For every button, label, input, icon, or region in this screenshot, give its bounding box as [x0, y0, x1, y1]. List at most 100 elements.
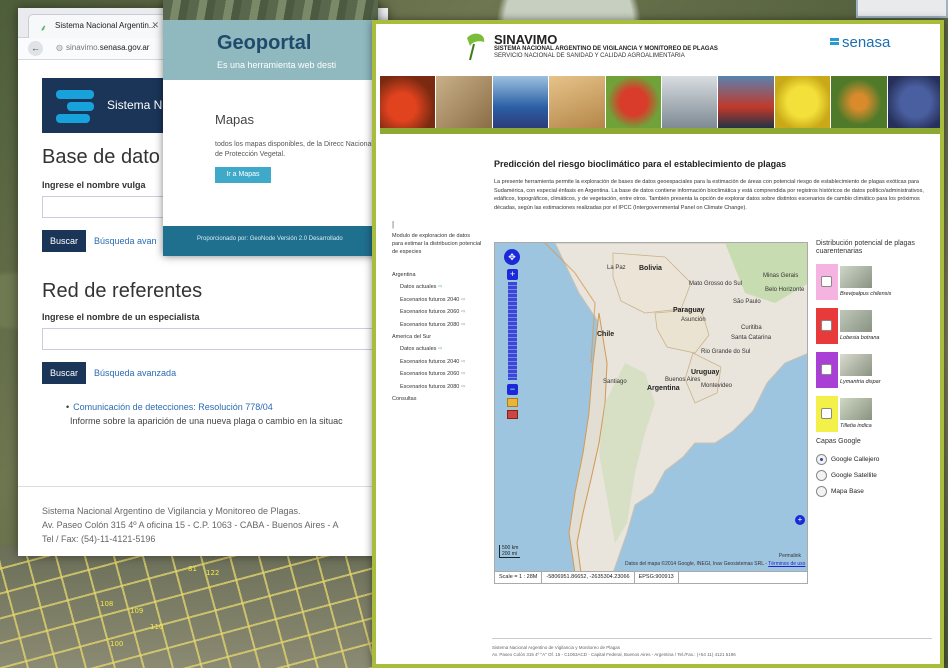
go-to-maps-button[interactable]: Ir a Mapas — [215, 167, 271, 183]
arrow-right-icon: ⇨ — [460, 358, 466, 365]
radio-button[interactable] — [816, 486, 827, 497]
map-expand-icon[interactable]: + — [795, 515, 805, 525]
menu-section[interactable]: America del Sur — [392, 334, 431, 340]
menu-link[interactable]: Escenarios futuros 2060 ⇨ — [400, 371, 465, 377]
legend-swatch — [816, 308, 838, 344]
sinavimo-logo-icon — [56, 90, 94, 123]
section-title-database: Base de dato — [42, 146, 160, 168]
specialist-name-input[interactable] — [42, 328, 382, 350]
menu-link[interactable]: Escenarios futuros 2080 ⇨ — [400, 322, 465, 328]
photo-apples — [605, 76, 663, 128]
arrow-right-icon: ⇨ — [460, 371, 466, 378]
legend-item: Tilletia indica — [816, 396, 940, 432]
zoom-out-button[interactable]: − — [507, 384, 518, 395]
page-title: Predicción del riesgo bioclimático para … — [494, 159, 787, 169]
globe-icon: ◍ — [56, 43, 63, 52]
brand-subtitle: SISTEMA NACIONAL ARGENTINO DE VIGILANCIA… — [494, 46, 718, 52]
maps-section-text: todos los mapas disponibles, de la Direc… — [215, 141, 373, 158]
legend-swatch — [816, 264, 838, 300]
pegman-icon[interactable] — [507, 398, 518, 407]
sinavimo-leaf-icon — [467, 33, 485, 61]
photo-grain — [549, 76, 606, 128]
menu-link[interactable]: Escenarios futuros 2040 ⇨ — [400, 359, 465, 365]
page-description: La presente herramienta permite la explo… — [494, 179, 924, 211]
news-link[interactable]: Comunicación de detecciones: Resolución … — [73, 402, 273, 412]
pest-legend: Distribución potencial de plagas cuarent… — [816, 240, 940, 497]
map-label-argentina: Argentina — [647, 385, 680, 392]
footer-divider — [18, 486, 388, 487]
search-button[interactable]: Buscar — [42, 230, 87, 252]
advanced-search-link-2[interactable]: Búsqueda avanzada — [94, 368, 176, 378]
browser-tab[interactable]: ⸙ Sistema Nacional Argentin... ✕ — [28, 14, 166, 38]
map-scale-bar: 500 km 200 mi — [499, 545, 521, 558]
legend-checkbox[interactable] — [821, 320, 832, 331]
risk-prediction-window: SINAVIMO SISTEMA NACIONAL ARGENTINO DE V… — [372, 20, 944, 668]
layer-label: Google Satellite — [831, 472, 877, 480]
sinavimo-header: SINAVIMO SISTEMA NACIONAL ARGENTINO DE V… — [376, 24, 940, 72]
layer-option[interactable]: Google Satellite — [816, 470, 877, 481]
legend-species-name: Lymantria dispar — [840, 379, 881, 385]
pest-thumbnail-icon — [840, 354, 872, 376]
search-specialist-button[interactable]: Buscar — [42, 362, 87, 384]
back-arrow-icon[interactable]: ← — [28, 41, 43, 56]
legend-checkbox[interactable] — [821, 408, 832, 419]
plot-number: 122 — [206, 569, 220, 577]
layers-icon[interactable] — [507, 410, 518, 419]
plot-number: 81 — [188, 565, 197, 573]
brand-title: SINAVIMO — [494, 32, 558, 47]
photo-microscope — [662, 76, 719, 128]
tab-title: Sistema Nacional Argentin... — [55, 21, 156, 30]
layers-title: Capas Google — [816, 438, 861, 445]
map-label-paraguay: Paraguay — [673, 307, 705, 314]
terms-link[interactable]: Términos de uso — [768, 561, 805, 567]
legend-species-name: Tilletia indica — [840, 423, 872, 429]
map-label-la-paz: La Paz — [607, 265, 626, 271]
legend-item: Lymantria dispar — [816, 352, 940, 388]
menu-intro: Modulo de exploracion de datos para esti… — [392, 233, 482, 255]
layer-option[interactable]: Google Callejero — [816, 454, 879, 465]
favicon-icon: ⸙ — [40, 23, 47, 33]
advanced-search-link[interactable]: Búsqueda avan — [94, 236, 157, 246]
zoom-in-button[interactable]: + — [507, 269, 518, 280]
arrow-right-icon: ⇨ — [460, 296, 466, 303]
pan-control-icon[interactable]: ✥ — [504, 249, 520, 265]
map-viewer[interactable]: ✥ + − Bolivia La Paz Mato Grosso do Sul … — [494, 242, 808, 572]
close-tab-icon[interactable]: ✕ — [151, 20, 159, 31]
map-status-bar: Scale = 1 : 28M -5806951.86652, -2635304… — [494, 572, 808, 584]
menu-section[interactable]: Consultas — [392, 396, 416, 402]
menu-link[interactable]: Escenarios futuros 2040 ⇨ — [400, 297, 465, 303]
menu-link[interactable]: Escenarios futuros 2060 ⇨ — [400, 309, 465, 315]
layer-option[interactable]: Mapa Base — [816, 486, 864, 497]
map-label-sao-paulo: São Paulo — [733, 299, 761, 305]
footer-line: Av. Paseo Colón 315 4º A oficina 15 - C.… — [42, 520, 339, 530]
geoportal-hero: Geoportal Es una herramienta web desti — [163, 0, 378, 80]
plot-number: 100 — [110, 640, 124, 648]
menu-section[interactable]: Argentina — [392, 272, 416, 278]
radio-button[interactable] — [816, 454, 827, 465]
legend-species-name: Brevipalpus chilensis — [840, 291, 892, 297]
photo-blueberries — [887, 76, 940, 128]
legend-swatch — [816, 352, 838, 388]
aerial-parcel-map: 108 109 110 81 122 100 — [0, 545, 380, 668]
map-scale-readout: Scale = 1 : 28M — [495, 572, 543, 583]
legend-title: Distribución potencial de plagas cuarent… — [816, 240, 915, 255]
photo-insect — [831, 76, 888, 128]
common-name-label: Ingrese el nombre vulga — [42, 180, 146, 190]
arrow-right-icon: ⇨ — [460, 321, 466, 328]
specialist-name-label: Ingrese el nombre de un especialista — [42, 312, 200, 322]
legend-checkbox[interactable] — [821, 364, 832, 375]
menu-link[interactable]: Datos actuales ⇨ — [400, 284, 443, 290]
radio-button[interactable] — [816, 470, 827, 481]
map-epsg-readout: EPSG:900913 — [635, 572, 679, 583]
satellite-strip — [163, 0, 378, 20]
photo-ship — [718, 76, 775, 128]
menu-link[interactable]: Datos actuales ⇨ — [400, 346, 443, 352]
menu-link[interactable]: Escenarios futuros 2080 ⇨ — [400, 384, 465, 390]
text-cursor-icon: | — [392, 220, 395, 229]
url-text[interactable]: ◍ sinavimo.senasa.gov.ar — [56, 43, 149, 52]
arrow-right-icon: ⇨ — [460, 383, 466, 390]
arrow-right-icon: ⇨ — [460, 309, 466, 316]
legend-checkbox[interactable] — [821, 276, 832, 287]
zoom-slider[interactable] — [508, 282, 517, 380]
permalink-link[interactable]: Permalink — [779, 553, 801, 559]
